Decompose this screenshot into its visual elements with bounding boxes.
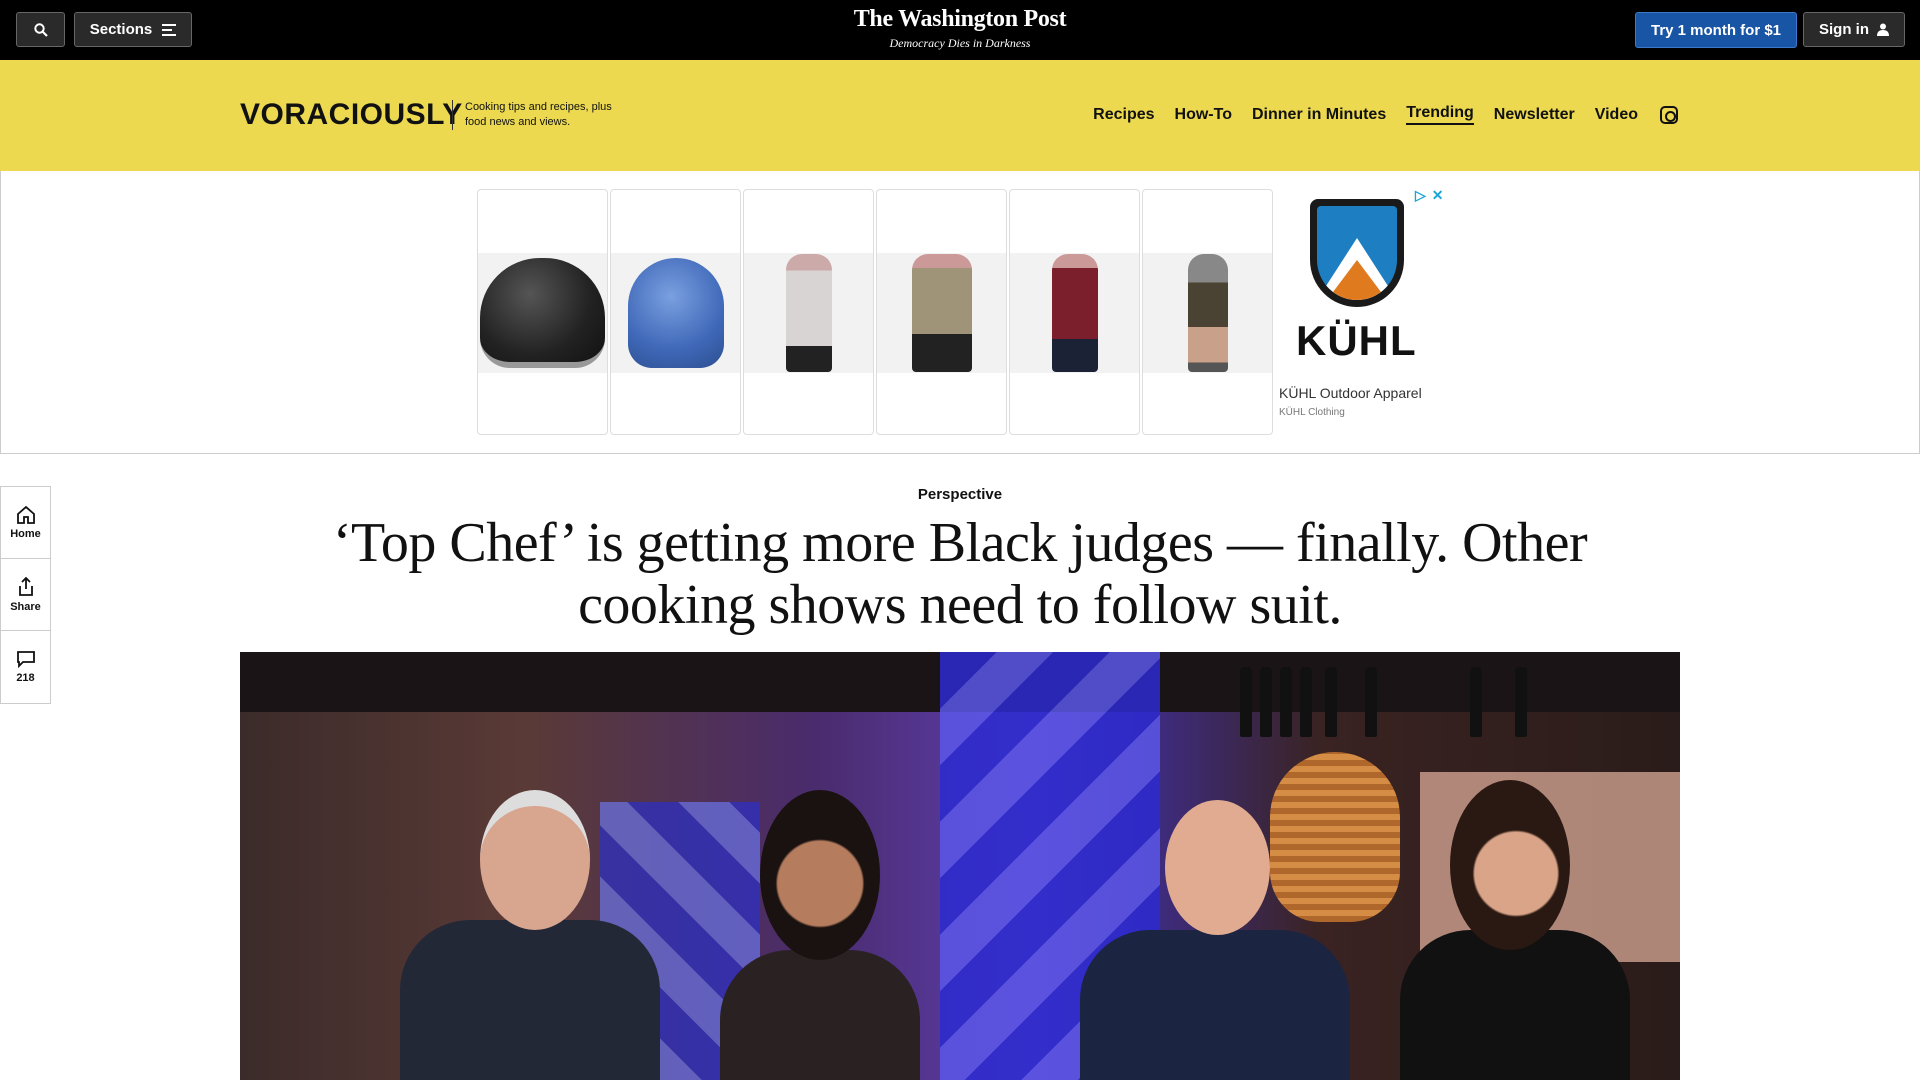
ad-product-card[interactable] bbox=[876, 189, 1007, 435]
hero-image bbox=[240, 652, 1680, 1080]
menu-icon bbox=[162, 23, 177, 36]
rail-home[interactable]: Home bbox=[1, 487, 50, 559]
jacket-model-image bbox=[785, 254, 832, 372]
ad-advertiser: KÜHL Clothing bbox=[1279, 407, 1345, 418]
ad-product-card[interactable] bbox=[1009, 189, 1140, 435]
ad-product-carousel bbox=[477, 189, 1273, 435]
nav-dinner-in-minutes[interactable]: Dinner in Minutes bbox=[1252, 106, 1386, 124]
sign-in-button[interactable]: Sign in bbox=[1803, 12, 1905, 47]
site-tagline: Democracy Dies in Darkness bbox=[889, 36, 1031, 50]
search-button[interactable] bbox=[16, 12, 65, 47]
black-beanie-image bbox=[480, 258, 605, 368]
kuhl-wordmark: KÜHL bbox=[1296, 317, 1417, 364]
pullover-model-image bbox=[911, 254, 972, 372]
nav-recipes[interactable]: Recipes bbox=[1093, 106, 1154, 124]
ad-close-icon[interactable]: ✕ bbox=[1432, 187, 1444, 204]
sign-in-label: Sign in bbox=[1819, 21, 1869, 38]
subscribe-button[interactable]: Try 1 month for $1 bbox=[1635, 12, 1797, 48]
rail-share-label: Share bbox=[10, 600, 41, 613]
user-icon bbox=[1877, 23, 1889, 36]
ad-title[interactable]: KÜHL Outdoor Apparel bbox=[1279, 385, 1422, 401]
masthead[interactable]: The Washington Post Democracy Dies in Da… bbox=[760, 6, 1160, 51]
ad-product-card[interactable] bbox=[610, 189, 741, 435]
ad-product-card[interactable] bbox=[743, 189, 874, 435]
voraciously-logo[interactable]: VORACIOUSLY bbox=[240, 98, 463, 132]
search-icon bbox=[33, 22, 48, 37]
rail-share[interactable]: Share bbox=[1, 559, 50, 631]
article-kicker[interactable]: Perspective bbox=[760, 486, 1160, 503]
section-nav: Recipes How-To Dinner in Minutes Trendin… bbox=[1093, 104, 1678, 125]
section-tagline: Cooking tips and recipes, plus food news… bbox=[465, 101, 612, 128]
maroon-pullover-image bbox=[1051, 254, 1098, 372]
section-bar: VORACIOUSLY Cooking tips and recipes, pl… bbox=[0, 60, 1920, 171]
article-headline: ‘Top Chef’ is getting more Black judges … bbox=[332, 512, 1588, 636]
home-icon bbox=[16, 505, 35, 524]
comments-count: 218 bbox=[16, 672, 35, 684]
left-rail: Home Share 218 bbox=[0, 486, 51, 704]
ad-choices-icon[interactable]: ▷ bbox=[1415, 187, 1426, 204]
shorts-model-image bbox=[1187, 254, 1228, 372]
rail-comments[interactable]: 218 bbox=[1, 631, 50, 703]
blue-hat-image bbox=[627, 258, 724, 368]
ad-choices[interactable]: ▷ ✕ bbox=[1415, 187, 1444, 204]
kuhl-shield-logo bbox=[1310, 199, 1404, 307]
sections-button[interactable]: Sections bbox=[74, 12, 192, 47]
share-icon bbox=[18, 576, 33, 596]
site-logo[interactable]: The Washington Post bbox=[760, 6, 1160, 33]
rail-home-label: Home bbox=[10, 527, 41, 540]
ad-product-card[interactable] bbox=[477, 189, 608, 435]
top-nav-bar: Sections The Washington Post Democracy D… bbox=[0, 0, 1920, 60]
nav-newsletter[interactable]: Newsletter bbox=[1494, 106, 1575, 124]
instagram-icon[interactable] bbox=[1660, 105, 1678, 124]
comment-icon bbox=[16, 651, 35, 668]
nav-video[interactable]: Video bbox=[1595, 106, 1638, 124]
sections-label: Sections bbox=[89, 21, 153, 38]
logo-divider bbox=[452, 100, 453, 130]
nav-trending[interactable]: Trending bbox=[1406, 104, 1474, 125]
nav-how-to[interactable]: How-To bbox=[1175, 106, 1232, 124]
ad-product-card[interactable] bbox=[1142, 189, 1273, 435]
